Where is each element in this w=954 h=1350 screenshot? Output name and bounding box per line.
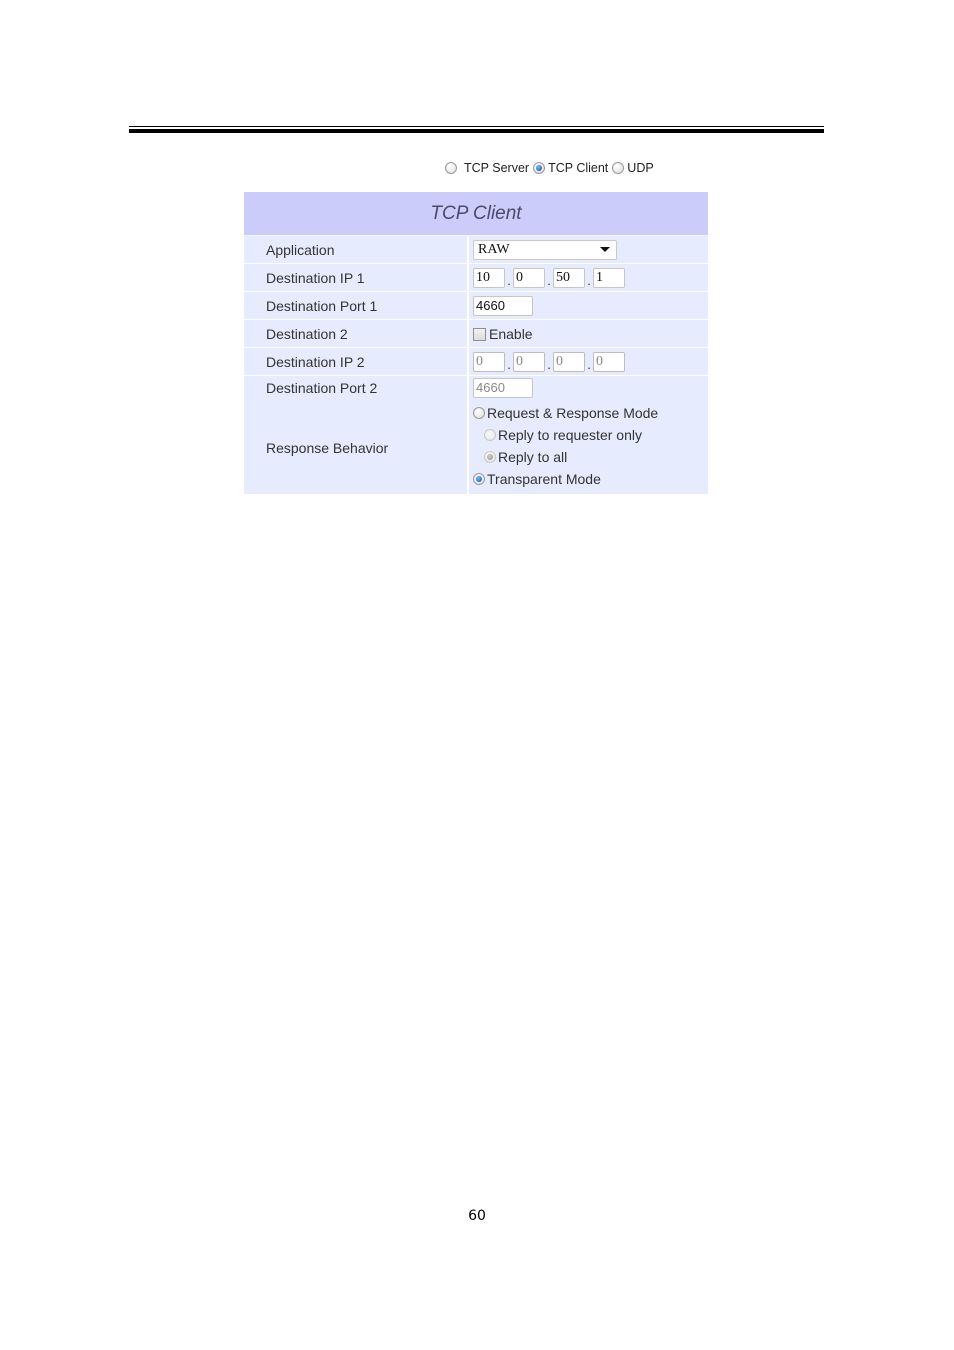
destination-ip1-octet3[interactable]: 50 [553, 267, 585, 288]
destination2-enable-label[interactable]: Enable [489, 326, 533, 342]
header-rule-thick [129, 129, 824, 133]
destination-ip1-octet4[interactable]: 1 [593, 267, 625, 288]
option-request-response[interactable]: Request & Response Mode [473, 402, 708, 424]
option-reply-all[interactable]: Reply to all [473, 446, 708, 468]
mode-selector: TCP Server TCP Client UDP [445, 159, 658, 177]
destination-port2-input[interactable]: 4660 [473, 378, 533, 398]
row-destination-ip1: Destination IP 1 10. 0. 50. 1 [244, 263, 708, 292]
destination-port1-input[interactable]: 4660 [473, 295, 533, 316]
radio-request-response[interactable] [473, 407, 485, 419]
page-number: 60 [468, 1208, 486, 1224]
radio-tcp-client-label[interactable]: TCP Client [548, 161, 608, 175]
destination-ip2-octet1[interactable]: 0 [473, 351, 505, 372]
destination-ip1-octet2[interactable]: 0 [513, 267, 545, 288]
application-select-value: RAW [478, 241, 510, 257]
destination-ip2-label: Destination IP 2 [244, 347, 469, 376]
application-label: Application [244, 236, 469, 264]
destination-ip2-octet2[interactable]: 0 [513, 351, 545, 372]
destination-ip2-octet4[interactable]: 0 [593, 351, 625, 372]
settings-table: Application RAW Destination IP 1 10. 0. 50… [244, 236, 708, 495]
destination2-enable-checkbox[interactable] [473, 327, 486, 341]
radio-reply-requester[interactable] [484, 429, 496, 441]
option-transparent-mode[interactable]: Transparent Mode [473, 468, 708, 490]
destination2-label: Destination 2 [244, 319, 469, 348]
panel-title: TCP Client [244, 192, 708, 236]
chevron-down-icon [600, 247, 610, 252]
destination-port1-label: Destination Port 1 [244, 291, 469, 320]
row-application: Application RAW [244, 236, 708, 264]
radio-reply-all[interactable] [484, 451, 496, 463]
radio-udp[interactable] [612, 162, 625, 174]
radio-udp-label[interactable]: UDP [627, 161, 653, 175]
header-rule-thin [129, 126, 824, 127]
application-select[interactable]: RAW [473, 239, 617, 260]
row-destination2: Destination 2 Enable [244, 319, 708, 348]
row-destination-ip2: Destination IP 2 0.0.0.0 [244, 347, 708, 376]
row-response-behavior: Destination Port 2 Response Behavior 466… [244, 375, 708, 495]
row-destination-port1: Destination Port 1 4660 [244, 291, 708, 320]
destination-ip1-octet1[interactable]: 10 [473, 267, 505, 288]
radio-tcp-client[interactable] [533, 162, 546, 174]
radio-tcp-server-label[interactable]: TCP Server [464, 161, 529, 175]
destination-ip2-octet3[interactable]: 0 [553, 351, 585, 372]
destination-port2-label: Destination Port 2 [266, 380, 378, 396]
tcp-client-panel: TCP Client Application RAW Destination I… [244, 192, 708, 495]
radio-transparent-mode[interactable] [473, 473, 485, 485]
response-behavior-label: Response Behavior [266, 440, 389, 456]
destination-ip1-label: Destination IP 1 [244, 263, 469, 292]
option-reply-requester[interactable]: Reply to requester only [473, 424, 708, 446]
radio-tcp-server[interactable] [445, 162, 457, 174]
